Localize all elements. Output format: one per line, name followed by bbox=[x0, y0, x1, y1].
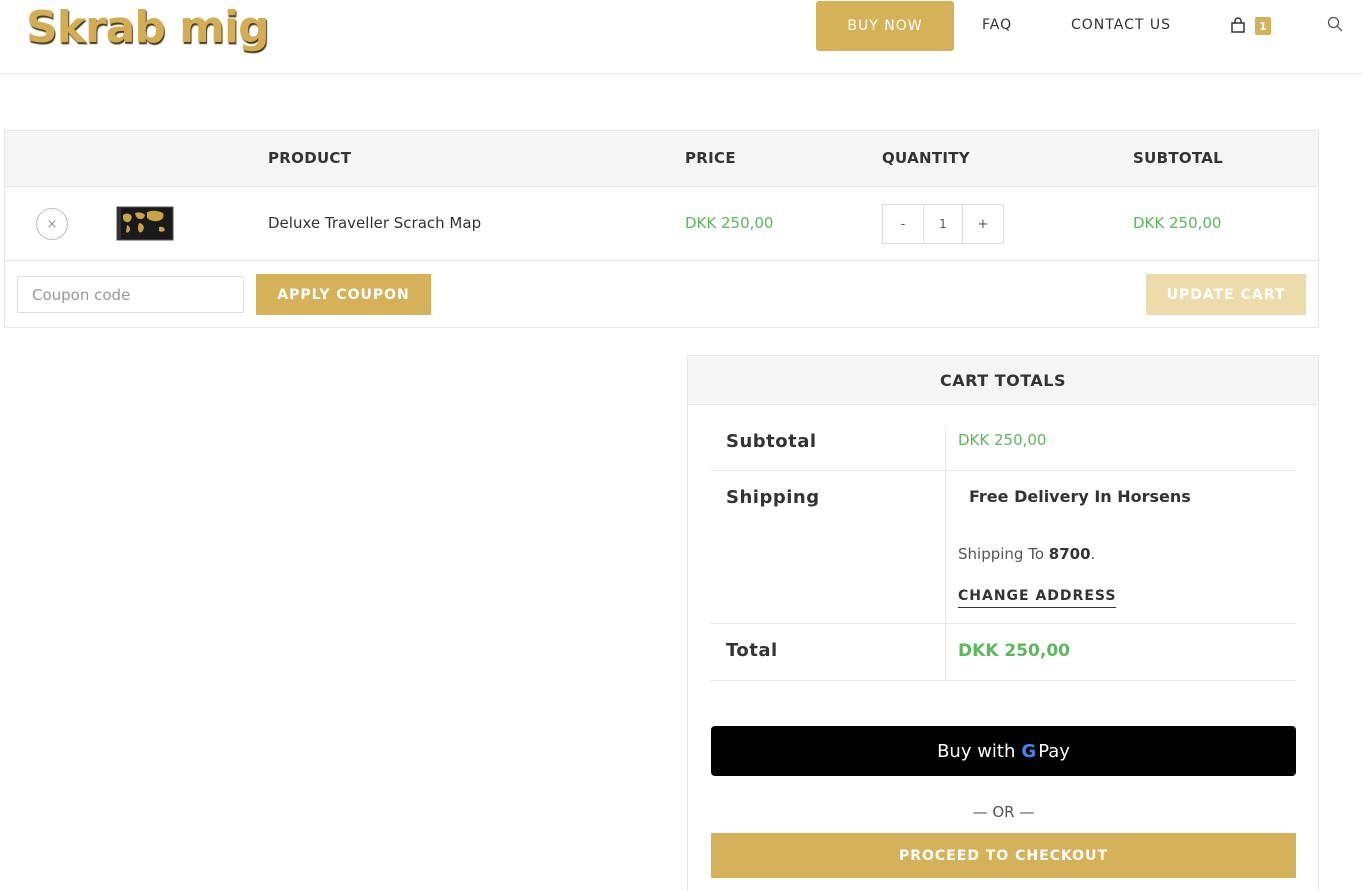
shipping-label: Shipping bbox=[726, 487, 820, 508]
column-header-subtotal: SUBTOTAL bbox=[1133, 149, 1224, 167]
cart-table-header: PRODUCT PRICE QUANTITY SUBTOTAL bbox=[5, 131, 1318, 187]
nav-faq[interactable]: FAQ bbox=[982, 17, 1012, 33]
shipping-to-label: Shipping To bbox=[958, 545, 1044, 563]
quantity-decrease-button[interactable]: - bbox=[883, 205, 923, 243]
site-logo[interactable]: Skrab mig bbox=[26, 2, 270, 53]
cart-item-row: × Deluxe Traveller Scrach Map DKK 250,00… bbox=[5, 187, 1318, 261]
google-pay-button[interactable]: Buy with G Pay bbox=[711, 726, 1296, 776]
gpay-buy-with-text: Buy with bbox=[937, 740, 1016, 762]
change-address-link[interactable]: CHANGE ADDRESS bbox=[958, 588, 1117, 608]
quantity-input[interactable]: 1 bbox=[923, 205, 963, 243]
totals-row-shipping: Shipping Free Delivery In Horsens Shippi… bbox=[711, 471, 1296, 624]
subtotal-value: DKK 250,00 bbox=[958, 431, 1047, 449]
totals-row-subtotal: Subtotal DKK 250,00 bbox=[711, 427, 1296, 471]
row-divider bbox=[945, 427, 946, 470]
row-divider bbox=[945, 471, 946, 623]
update-cart-button[interactable]: UPDATE CART bbox=[1146, 274, 1306, 315]
gpay-pay-text: Pay bbox=[1038, 740, 1070, 762]
column-header-price: PRICE bbox=[685, 149, 736, 167]
quantity-stepper: - 1 + bbox=[882, 204, 1004, 244]
or-separator: — OR — bbox=[972, 803, 1035, 821]
item-subtotal: DKK 250,00 bbox=[1133, 214, 1222, 232]
search-icon[interactable] bbox=[1327, 16, 1343, 32]
total-label: Total bbox=[726, 640, 778, 661]
totals-row-total: Total DKK 250,00 bbox=[711, 624, 1296, 681]
shopping-bag-icon[interactable] bbox=[1230, 17, 1246, 33]
product-name-link[interactable]: Deluxe Traveller Scrach Map bbox=[268, 214, 481, 232]
site-header: Skrab mig BUY NOW FAQ CONTACT US 1 bbox=[0, 0, 1362, 74]
subtotal-label: Subtotal bbox=[726, 431, 817, 452]
total-value: DKK 250,00 bbox=[958, 641, 1070, 661]
column-header-quantity: QUANTITY bbox=[882, 149, 970, 167]
buy-now-button[interactable]: BUY NOW bbox=[816, 1, 954, 51]
row-divider bbox=[945, 624, 946, 680]
cart-count-badge[interactable]: 1 bbox=[1255, 17, 1271, 35]
shipping-destination: Shipping To 8700. bbox=[958, 545, 1096, 563]
remove-item-button[interactable]: × bbox=[36, 208, 68, 240]
column-header-product: PRODUCT bbox=[268, 149, 352, 167]
cart-totals-title: CART TOTALS bbox=[688, 356, 1318, 405]
shipping-postcode: 8700 bbox=[1048, 545, 1091, 563]
cart-totals-panel: CART TOTALS Subtotal DKK 250,00 Shipping… bbox=[687, 355, 1319, 891]
apply-coupon-button[interactable]: APPLY COUPON bbox=[256, 274, 431, 315]
quantity-increase-button[interactable]: + bbox=[963, 205, 1003, 243]
coupon-code-input[interactable]: Coupon code bbox=[17, 276, 244, 313]
proceed-to-checkout-button[interactable]: PROCEED TO CHECKOUT bbox=[711, 833, 1296, 878]
product-thumbnail[interactable] bbox=[115, 203, 175, 243]
shipping-method: Free Delivery In Horsens bbox=[969, 487, 1191, 506]
cart-table: PRODUCT PRICE QUANTITY SUBTOTAL × Deluxe… bbox=[4, 130, 1319, 328]
google-g-icon: G bbox=[1021, 740, 1037, 762]
nav-contact-us[interactable]: CONTACT US bbox=[1071, 17, 1171, 33]
product-price: DKK 250,00 bbox=[685, 214, 774, 232]
